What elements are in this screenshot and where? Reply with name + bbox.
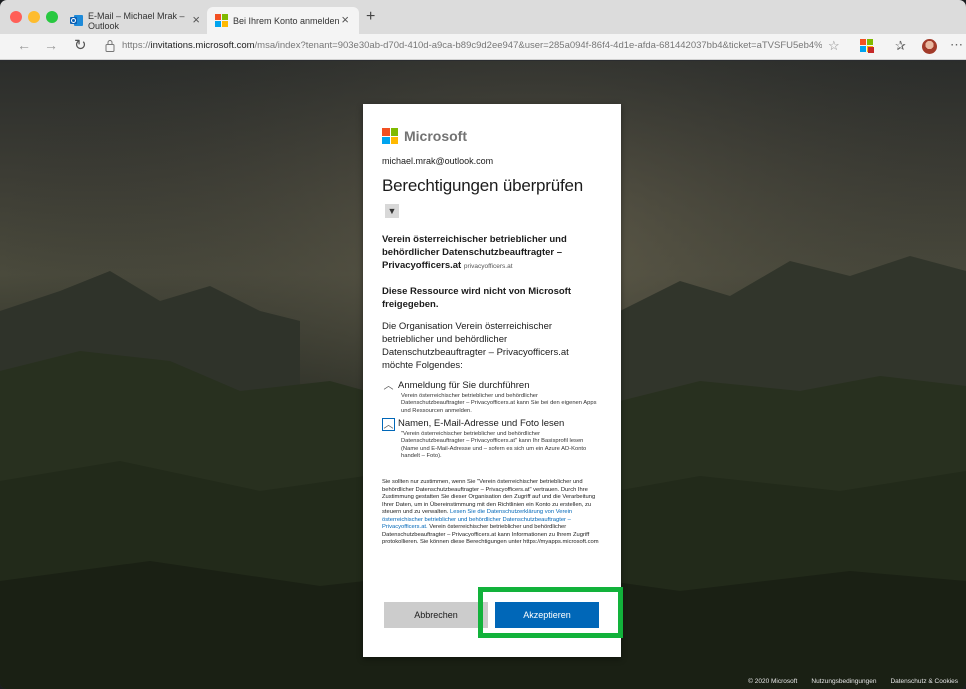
expand-app-info-button[interactable]: ▼ [385, 204, 399, 218]
tab-outlook[interactable]: E-Mail – Michael Mrak – Outlook × [62, 7, 210, 34]
url-path: /msa/index?tenant=903e30ab-d70d-410d-a9c… [254, 40, 822, 51]
page-footer: © 2020 Microsoft Nutzungsbedingungen Dat… [748, 678, 958, 685]
url-prefix: https:// [122, 40, 151, 51]
page-content: Microsoft michael.mrak@outlook.com Berec… [0, 61, 966, 689]
page-title: Berechtigungen überprüfen [382, 176, 584, 195]
organization-name: Verein österreichischer betrieblicher un… [382, 233, 602, 273]
microsoft-logo-icon [382, 128, 398, 144]
tab-bar: E-Mail – Michael Mrak – Outlook × Bei Ih… [0, 0, 966, 34]
outlook-icon [70, 15, 83, 26]
brand-name: Microsoft [404, 128, 467, 144]
browser-window: E-Mail – Michael Mrak – Outlook × Bei Ih… [0, 0, 966, 689]
minimize-window-button[interactable] [28, 11, 40, 23]
accept-highlight-box [478, 587, 623, 638]
back-icon[interactable]: ← [17, 37, 31, 53]
close-window-button[interactable] [10, 11, 22, 23]
request-description: Die Organisation Verein österreichischer… [382, 321, 569, 371]
maximize-window-button[interactable] [46, 11, 58, 23]
consent-dialog: Microsoft michael.mrak@outlook.com Berec… [363, 104, 621, 657]
chevron-up-icon[interactable]: ︿ [382, 380, 395, 393]
extension-icon[interactable] [860, 39, 874, 53]
microsoft-icon [215, 14, 228, 27]
address-toolbar: ← → ↻ https://invitations.microsoft.com/… [0, 34, 966, 60]
forward-icon[interactable]: → [44, 37, 58, 53]
chevron-down-icon: ▼ [387, 206, 397, 216]
tab-signin[interactable]: Bei Ihrem Konto anmelden × [207, 7, 359, 34]
lock-icon[interactable] [105, 39, 115, 52]
microsoft-logo: Microsoft [382, 128, 467, 144]
terms-link[interactable]: Nutzungsbedingungen [811, 678, 876, 685]
url-host: invitations.microsoft.com [150, 40, 255, 51]
permission-title: Namen, E-Mail-Adresse und Foto lesen [398, 418, 565, 429]
legal-text: Sie sollten nur zustimmen, wenn Sie "Ver… [382, 479, 602, 547]
not-shared-notice: Diese Ressource wird nicht von Microsoft… [382, 286, 571, 310]
favorites-icon[interactable]: ✰ [895, 38, 906, 54]
permission-description: Verein österreichischer betrieblicher un… [401, 393, 597, 414]
address-bar[interactable]: https://invitations.microsoft.com/msa/in… [122, 40, 822, 51]
permission-description: "Verein österreichischer betrieblicher u… [401, 431, 587, 460]
favorite-star-icon[interactable]: ☆ [828, 38, 840, 54]
org-domain: privacyofficers.at [463, 263, 513, 270]
new-tab-button[interactable]: + [366, 8, 375, 26]
privacy-link[interactable]: Datenschutz & Cookies [890, 678, 958, 685]
tab-title: Bei Ihrem Konto anmelden [233, 15, 340, 26]
profile-avatar[interactable] [922, 39, 937, 54]
more-icon[interactable]: ⋯ [950, 37, 964, 53]
copyright: © 2020 Microsoft [748, 678, 798, 685]
reload-icon[interactable]: ↻ [74, 36, 87, 54]
close-icon[interactable]: × [341, 12, 349, 27]
close-icon[interactable]: × [192, 12, 200, 27]
chevron-up-icon[interactable]: ︿ [382, 418, 395, 431]
permission-title: Anmeldung für Sie durchführen [398, 380, 530, 391]
cancel-button[interactable]: Abbrechen [384, 602, 488, 628]
account-email: michael.mrak@outlook.com [382, 156, 494, 166]
